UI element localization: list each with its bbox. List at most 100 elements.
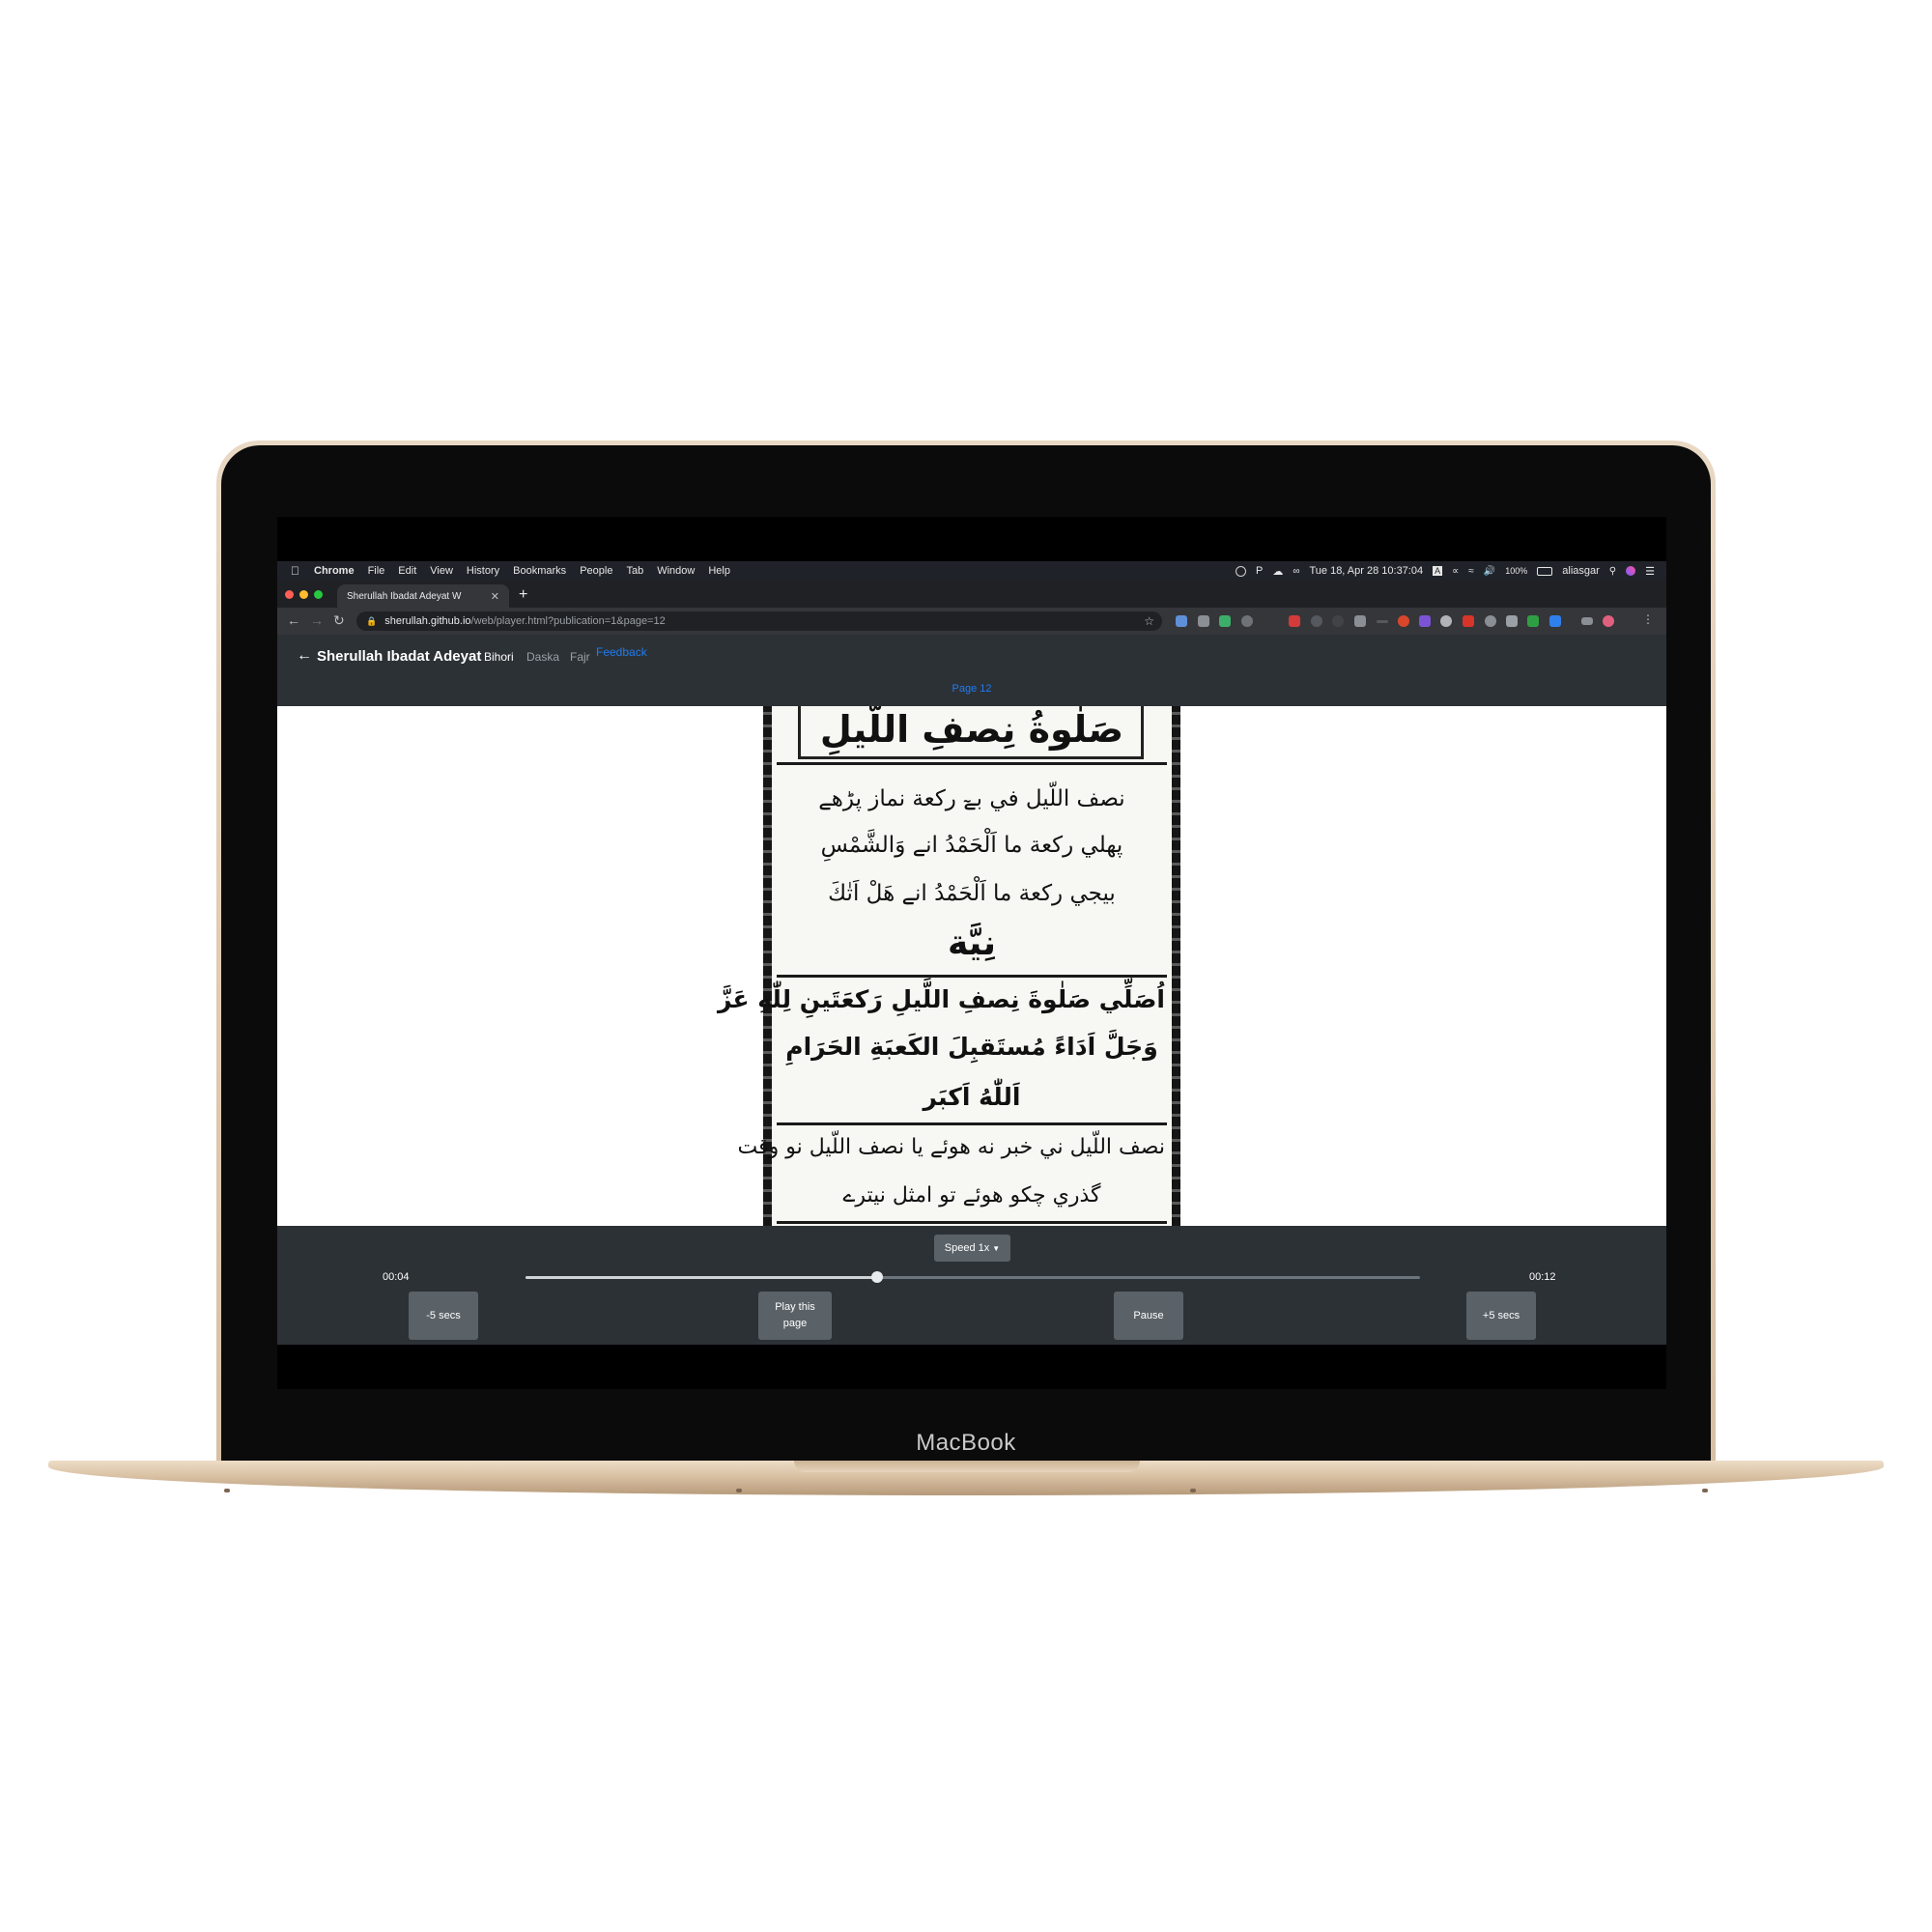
wifi-icon[interactable]: ≈ [1468, 566, 1474, 577]
window-close-button[interactable] [285, 590, 294, 599]
back-arrow-icon[interactable]: ← [297, 647, 312, 665]
bookmark-star-icon[interactable]: ☆ [1144, 614, 1154, 628]
menu-tab[interactable]: Tab [626, 565, 643, 577]
notification-center-icon[interactable]: ☰ [1645, 565, 1655, 578]
nav-link-bihori[interactable]: Bihori [484, 650, 514, 664]
extension-red-icon[interactable] [1289, 615, 1300, 627]
play-page-button[interactable]: Play this page [758, 1292, 832, 1340]
bluetooth-icon[interactable]: ∝ [1452, 566, 1459, 577]
browser-toolbar: ← → ↻ 🔒 sherullah.github.io/web/player.h… [277, 608, 1666, 635]
extension-screen-icon[interactable] [1354, 615, 1366, 627]
rewind-5-button[interactable]: -5 secs [409, 1292, 478, 1340]
laptop-foot [224, 1489, 230, 1492]
divider [777, 762, 1167, 765]
menu-edit[interactable]: Edit [398, 565, 416, 577]
document-viewer: صَلٰوةُ نِصفِ اللَّيلِ نصف اللّيل في بےٓ… [277, 706, 1666, 1226]
menu-bookmarks[interactable]: Bookmarks [513, 565, 566, 577]
seek-handle[interactable] [870, 1271, 883, 1283]
caret-down-icon: ▼ [992, 1243, 1001, 1253]
siri-icon[interactable] [1626, 566, 1636, 576]
screen-bottom-area [277, 1345, 1666, 1389]
battery-icon[interactable] [1537, 566, 1553, 576]
doc-subheading: نِيَّة [947, 923, 997, 963]
spotlight-search-icon[interactable]: ⚲ [1609, 566, 1616, 577]
nav-link-feedback[interactable]: Feedback [596, 645, 647, 659]
keyboard-input-icon[interactable]: A [1433, 566, 1443, 576]
current-time: 00:04 [383, 1271, 410, 1283]
extension-dash-icon[interactable] [1377, 620, 1388, 623]
menu-app-name[interactable]: Chrome [314, 565, 355, 577]
page-heading: صَلٰوةُ نِصفِ اللَّيلِ [819, 708, 1124, 751]
volume-icon[interactable]: 🔊 [1484, 566, 1495, 577]
forward-5-button[interactable]: +5 secs [1466, 1292, 1536, 1340]
device-brand-label: MacBook [916, 1430, 1016, 1456]
extension-gear-icon[interactable] [1241, 615, 1253, 627]
extension-dark-icon[interactable] [1311, 615, 1322, 627]
app-header: ← Sherullah Ibadat Adeyat Bihori Daska F… [277, 635, 1666, 706]
profile-avatar[interactable] [1603, 615, 1614, 627]
extension-tile-icon[interactable] [1506, 615, 1518, 627]
scanned-page: صَلٰوةُ نِصفِ اللَّيلِ نصف اللّيل في بےٓ… [717, 706, 1180, 1226]
divider [777, 975, 1167, 978]
pin-icon[interactable]: P [1256, 565, 1263, 577]
reload-icon[interactable]: ↻ [333, 612, 345, 629]
doc-line: گذري چكو هوئے تو امثل نيترے [842, 1183, 1101, 1208]
menu-history[interactable]: History [467, 565, 499, 577]
extension-green-icon[interactable] [1527, 615, 1539, 627]
pause-button[interactable]: Pause [1114, 1292, 1183, 1340]
extension-grey-circle-icon[interactable] [1485, 615, 1496, 627]
menu-view[interactable]: View [430, 565, 453, 577]
ornamental-border-right [1172, 706, 1180, 1226]
doc-line: پهلي ركعة ما اَلْحَمْدُ انے وَالشَّمْسِ [820, 833, 1123, 858]
window-minimize-button[interactable] [299, 590, 308, 599]
doc-line: نصف اللّيل في بےٓ ركعة نماز پڑھے [818, 786, 1125, 811]
doc-line: اُصَلِّي صَلٰوةَ نِصفِ اللَّيلِ رَكعَتَي… [717, 985, 1165, 1013]
nav-link-fajr[interactable]: Fajr [570, 650, 590, 664]
cloud-icon[interactable]: ☁ [1272, 565, 1283, 578]
address-bar[interactable]: 🔒 sherullah.github.io/web/player.html?pu… [356, 611, 1162, 631]
extension-shield-icon[interactable] [1176, 615, 1187, 627]
status-circle-icon[interactable] [1235, 565, 1246, 577]
new-tab-icon[interactable]: + [519, 586, 527, 604]
divider [777, 1122, 1167, 1125]
extension-list-icon[interactable] [1581, 617, 1593, 625]
speed-dropdown[interactable]: Speed 1x ▼ [934, 1235, 1010, 1262]
nav-link-daska[interactable]: Daska [526, 650, 559, 664]
extension-circle-icon[interactable] [1332, 615, 1344, 627]
laptop-hinge-notch [794, 1461, 1140, 1472]
doc-line: اَللّٰهُ اَكبَر [923, 1083, 1021, 1111]
total-time: 00:12 [1529, 1271, 1556, 1283]
menu-window[interactable]: Window [657, 565, 695, 577]
tab-close-icon[interactable]: ✕ [491, 590, 499, 603]
menu-clock[interactable]: Tue 18, Apr 28 10:37:04 [1309, 565, 1423, 577]
extension-doc-icon[interactable] [1219, 615, 1231, 627]
url-host: sherullah.github.io [384, 615, 471, 627]
extension-compass-icon[interactable] [1440, 615, 1452, 627]
extension-adblock-icon[interactable] [1463, 615, 1474, 627]
menu-people[interactable]: People [580, 565, 612, 577]
browser-tab-strip: Sherullah Ibadat Adeyat W ✕ + [277, 581, 1666, 608]
back-arrow-icon[interactable]: ← [287, 612, 300, 628]
window-zoom-button[interactable] [314, 590, 323, 599]
audio-player-controls: Speed 1x ▼ 00:04 00:12 -5 secs Play this… [277, 1226, 1666, 1345]
battery-percent[interactable]: 100% [1505, 566, 1527, 576]
apple-icon[interactable]:  [291, 564, 304, 578]
browser-tab-active[interactable]: Sherullah Ibadat Adeyat W ✕ [337, 584, 509, 608]
laptop-foot [1702, 1489, 1708, 1492]
app-title[interactable]: Sherullah Ibadat Adeyat [317, 648, 481, 665]
extension-p-icon[interactable] [1398, 615, 1409, 627]
menu-bar-tray: P ☁ ∞ Tue 18, Apr 28 10:37:04 A ∝ ≈ 🔊 10… [1235, 561, 1655, 581]
menu-user[interactable]: aliasgar [1562, 565, 1600, 577]
extension-download-icon[interactable] [1549, 615, 1561, 627]
extension-badge-icon[interactable] [1198, 615, 1209, 627]
glasses-icon[interactable]: ∞ [1293, 566, 1299, 577]
speed-label: Speed 1x [944, 1242, 990, 1254]
extension-pen-icon[interactable] [1419, 615, 1431, 627]
forward-arrow-icon[interactable]: → [310, 612, 324, 628]
lock-icon[interactable]: 🔒 [366, 616, 377, 627]
menu-file[interactable]: File [368, 565, 385, 577]
chrome-menu-icon[interactable]: ⋮ [1642, 612, 1654, 626]
seek-slider[interactable] [526, 1271, 1420, 1283]
menu-help[interactable]: Help [708, 565, 730, 577]
laptop-foot [1190, 1489, 1196, 1492]
